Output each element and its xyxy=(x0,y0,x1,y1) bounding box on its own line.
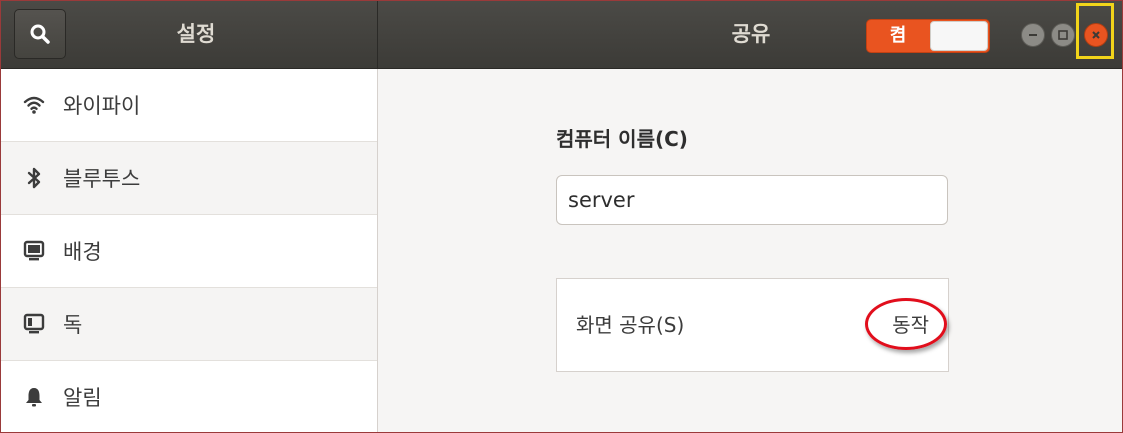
sidebar-item-label: 와이파이 xyxy=(63,94,141,118)
search-icon xyxy=(30,24,50,44)
sidebar-item-label: 독 xyxy=(63,313,83,337)
minimize-button[interactable] xyxy=(1021,23,1045,47)
sidebar-item-wifi[interactable]: 와이파이 xyxy=(1,69,377,142)
status-annotation-circle xyxy=(865,298,947,350)
maximize-button[interactable] xyxy=(1051,23,1075,47)
sidebar-item-notifications[interactable]: 알림 xyxy=(1,361,377,432)
sidebar-item-dock[interactable]: 독 xyxy=(1,288,377,361)
sidebar-title: 설정 xyxy=(176,22,216,46)
panel-title: 공유 xyxy=(731,22,771,46)
sidebar-item-label: 배경 xyxy=(63,240,102,264)
header-bar: 설정 공유 켬 xyxy=(1,1,1122,69)
maximize-icon xyxy=(1058,30,1068,40)
dock-icon xyxy=(22,312,46,336)
minimize-icon xyxy=(1029,34,1037,36)
header-sidebar-section: 설정 xyxy=(1,1,378,68)
monitor-icon xyxy=(22,239,46,263)
sidebar: 와이파이 블루투스 배경 독 알림 xyxy=(1,69,378,432)
switch-on-label: 켬 xyxy=(889,25,907,46)
sidebar-item-label: 블루투스 xyxy=(63,167,141,191)
settings-window: 설정 공유 켬 와이파이 블루투스 배경 독 알림 컴퓨터 이름(C) serv… xyxy=(0,0,1123,433)
switch-knob[interactable] xyxy=(930,21,988,51)
bell-icon xyxy=(22,385,46,409)
sidebar-item-bluetooth[interactable]: 블루투스 xyxy=(1,142,377,215)
computer-name-input[interactable] xyxy=(556,175,948,225)
close-button-highlight xyxy=(1076,3,1114,59)
sharing-master-switch[interactable]: 켬 xyxy=(866,19,990,53)
sidebar-item-background[interactable]: 배경 xyxy=(1,215,377,288)
screen-sharing-label: 화면 공유(S) xyxy=(576,313,685,337)
sidebar-item-label: 알림 xyxy=(63,386,102,410)
bluetooth-icon xyxy=(22,166,46,190)
sharing-panel: 컴퓨터 이름(C) 화면 공유(S) 동작 xyxy=(378,69,1122,432)
wifi-icon xyxy=(22,93,46,117)
search-button[interactable] xyxy=(14,9,66,59)
computer-name-label: 컴퓨터 이름(C) xyxy=(556,127,688,151)
